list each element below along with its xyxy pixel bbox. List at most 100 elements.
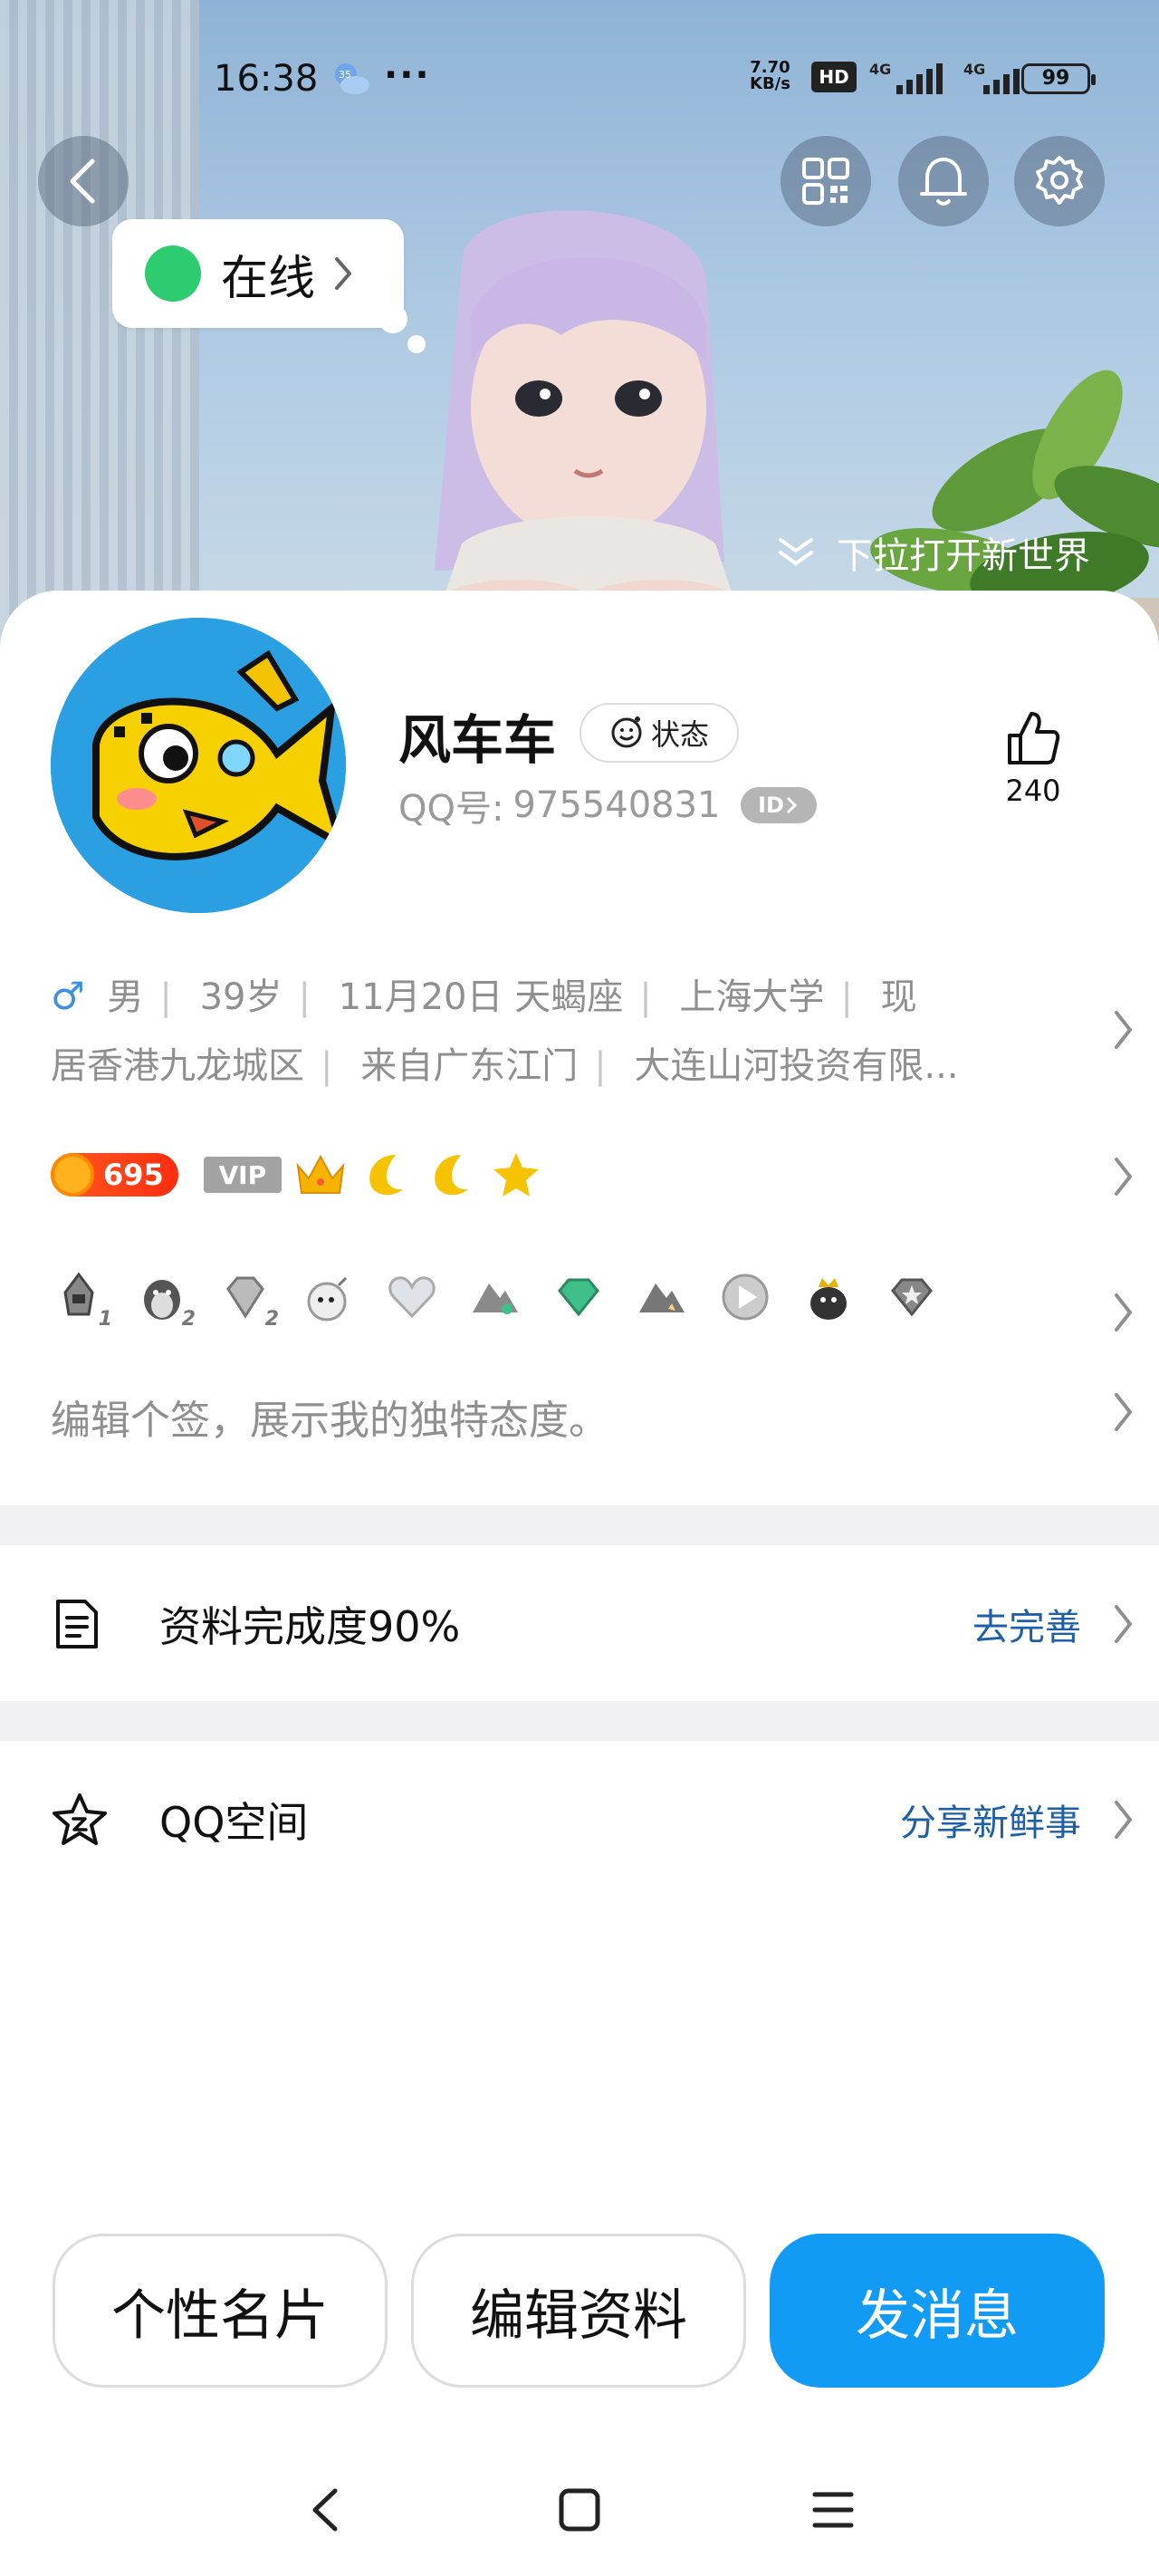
signature-edit[interactable]: 编辑个签，展示我的独特态度。 xyxy=(51,1388,608,1446)
personal-card-button[interactable]: 个性名片 xyxy=(53,2234,388,2388)
back-button[interactable] xyxy=(38,136,129,226)
online-indicator-icon xyxy=(145,245,201,302)
moon-icon xyxy=(435,1155,468,1196)
settings-button[interactable] xyxy=(1014,136,1105,226)
chevron-right-icon xyxy=(786,796,798,814)
profile-completion-title: 资料完成度90% xyxy=(159,1602,461,1651)
chevron-right-icon xyxy=(1115,1801,1132,1839)
profile-completion-row[interactable]: 资料完成度90% 去完善 xyxy=(0,1565,1159,1683)
mountain-star-badge-icon xyxy=(634,1269,690,1325)
pixel-fish-avatar xyxy=(51,618,346,913)
bomb-badge-icon xyxy=(301,1269,357,1325)
coin-level: 695 xyxy=(103,1158,164,1192)
avatar[interactable] xyxy=(51,618,346,913)
profile-cover[interactable]: 16:38 35 ··· 7.70 KB/s HD 4G 4G 99 在线 下拉… xyxy=(0,0,1159,652)
vip-badge: VIP xyxy=(203,1157,282,1193)
chevron-right-icon xyxy=(1115,1605,1132,1643)
penguin-crown-badge-icon xyxy=(800,1269,857,1325)
signal-icon-1: 4G xyxy=(869,61,943,94)
profile-card: 风车车 状态 QQ号: 975540831 ID 240 ♂ 男 | 39岁 |… xyxy=(0,591,1159,1507)
section-divider xyxy=(0,1701,1159,1741)
qq-number: 975540831 xyxy=(512,784,721,826)
birthday-zodiac: 11月20日 天蝎座 xyxy=(338,976,624,1018)
svg-text:35: 35 xyxy=(339,69,351,81)
more-notifications-icon: ··· xyxy=(384,54,431,96)
bell-icon xyxy=(920,158,967,206)
nav-home-icon[interactable] xyxy=(556,2485,603,2534)
company: 大连山河投资有限... xyxy=(634,1045,959,1087)
play-badge-icon xyxy=(717,1269,773,1325)
mountain-badge-icon xyxy=(467,1269,523,1325)
battery-icon: 99 xyxy=(1021,63,1096,94)
svg-text:4G: 4G xyxy=(963,61,985,78)
personal-info[interactable]: ♂ 男 | 39岁 | 11月20日 天蝎座 | 上海大学 | 现 居香港九龙城区 | 来… xyxy=(51,962,1056,1101)
nav-back-icon[interactable] xyxy=(304,2485,350,2534)
like-button[interactable]: 240 xyxy=(992,708,1074,808)
online-status-button[interactable]: 在线 xyxy=(112,219,404,328)
complete-profile-link[interactable]: 去完善 xyxy=(972,1598,1081,1650)
location-prefix: 现 xyxy=(880,976,917,1018)
male-icon: ♂ xyxy=(51,974,85,1018)
qr-code-button[interactable] xyxy=(781,136,871,226)
document-icon xyxy=(56,1600,98,1648)
notifications-button[interactable] xyxy=(898,136,989,226)
share-news-link[interactable]: 分享新鲜事 xyxy=(900,1793,1081,1846)
diamond-badge-icon: 2 xyxy=(217,1269,279,1331)
double-chevron-down-icon xyxy=(779,538,813,566)
info-line-1: ♂ 男 | 39岁 | 11月20日 天蝎座 | 上海大学 | 现 xyxy=(51,974,917,1018)
status-button[interactable]: 状态 xyxy=(580,703,739,763)
id-badge-label: ID xyxy=(758,793,784,818)
hometown: 来自广东江门 xyxy=(360,1045,579,1087)
pull-down-hint[interactable]: 下拉打开新世界 xyxy=(775,525,1090,580)
nav-menu-icon[interactable] xyxy=(808,2485,858,2534)
penguin-badge-icon: 2 xyxy=(134,1269,196,1331)
current-location: 居香港九龙城区 xyxy=(51,1045,304,1087)
chevron-left-icon xyxy=(70,159,95,204)
crown-icon xyxy=(296,1154,345,1194)
system-navigation-bar xyxy=(0,2464,1159,2554)
rocket-badge-icon: 1 xyxy=(51,1269,112,1331)
qq-label: QQ号: xyxy=(398,788,504,830)
coin-level-badge: 695 xyxy=(51,1153,178,1197)
chevron-right-icon[interactable] xyxy=(1112,1007,1135,1053)
diamond-star-badge-icon xyxy=(884,1269,940,1325)
hd-voice-icon: HD xyxy=(811,62,857,92)
info-line-2: 居香港九龙城区 | 来自广东江门 | 大连山河投资有限... xyxy=(51,1045,959,1087)
gender: 男 xyxy=(107,976,144,1018)
status-button-label: 状态 xyxy=(650,717,709,752)
age: 39岁 xyxy=(199,976,283,1018)
chevron-right-icon xyxy=(335,257,352,290)
bubble-tail xyxy=(378,304,407,333)
online-status-label: 在线 xyxy=(221,251,316,306)
signal-icon-2: 4G xyxy=(963,61,1020,94)
edit-profile-button[interactable]: 编辑资料 xyxy=(411,2234,746,2388)
qq-number-row[interactable]: QQ号: 975540831 ID xyxy=(398,779,817,831)
network-speed: 7.70 KB/s xyxy=(750,58,790,93)
section-divider xyxy=(0,1505,1159,1545)
qr-code-icon xyxy=(802,158,849,205)
qzone-row[interactable]: QQ空间 分享新鲜事 xyxy=(0,1761,1159,1879)
status-bar: 16:38 35 ··· 7.70 KB/s HD 4G 4G 99 xyxy=(0,53,1159,107)
qzone-title: QQ空间 xyxy=(159,1798,309,1847)
id-badge[interactable]: ID xyxy=(740,787,817,823)
star-icon xyxy=(493,1153,539,1197)
chevron-right-icon[interactable] xyxy=(1112,1290,1135,1335)
like-count: 240 xyxy=(1005,774,1061,808)
pull-hint-label: 下拉打开新世界 xyxy=(837,535,1090,577)
gear-icon xyxy=(1036,156,1083,205)
status-smile-icon xyxy=(611,716,642,748)
achievement-badges[interactable]: 1 2 2 xyxy=(51,1261,940,1333)
coin-icon xyxy=(51,1153,94,1197)
chevron-right-icon[interactable] xyxy=(1112,1154,1135,1199)
bubble-tail xyxy=(407,335,426,353)
vip-level-row[interactable]: 695 VIP xyxy=(51,1143,542,1206)
gem-badge-icon xyxy=(551,1269,607,1325)
moon-icon xyxy=(369,1155,403,1196)
school: 上海大学 xyxy=(679,976,825,1018)
heart-badge-icon xyxy=(384,1269,440,1325)
send-message-button[interactable]: 发消息 xyxy=(770,2234,1105,2388)
profile-name: 风车车 xyxy=(398,709,557,771)
thumbs-up-icon xyxy=(1008,712,1060,764)
chevron-right-icon[interactable] xyxy=(1112,1389,1135,1435)
qzone-star-icon xyxy=(53,1793,107,1845)
